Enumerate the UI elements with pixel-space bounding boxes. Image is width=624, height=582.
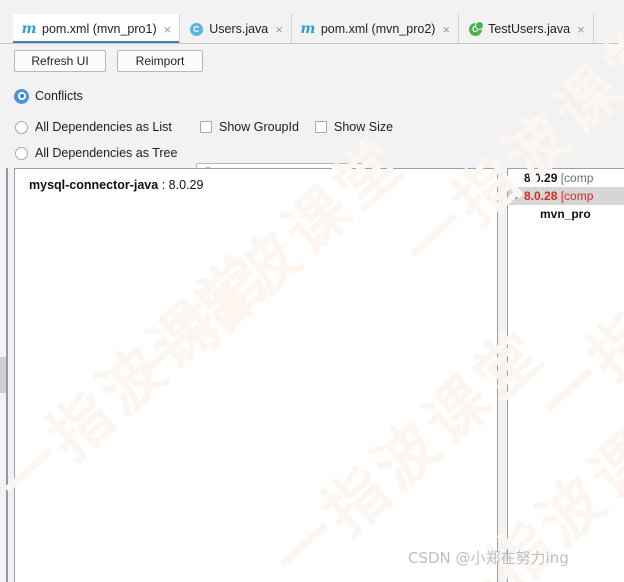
tab-label: TestUsers.java xyxy=(488,21,571,36)
reimport-button[interactable]: Reimport xyxy=(117,50,203,72)
tab-label: Users.java xyxy=(209,21,269,36)
editor-tabs: m pom.xml (mvn_pro1) × C Users.java × m … xyxy=(13,14,613,44)
table-row[interactable]: 8.0.29 [comp xyxy=(508,169,624,187)
editor-tab-bar: m pom.xml (mvn_pro1) × C Users.java × m … xyxy=(0,0,624,44)
maven-icon: m xyxy=(21,21,37,37)
panel-left-edge-rail xyxy=(6,168,8,582)
dependency-toolbar: Refresh UI Reimport xyxy=(0,44,624,76)
tab-users-java[interactable]: C Users.java × xyxy=(179,14,291,44)
radio-all-dependencies-as-tree[interactable]: All Dependencies as Tree xyxy=(15,146,177,160)
java-class-icon: C xyxy=(189,22,203,36)
maven-icon-letter: m xyxy=(300,21,316,37)
close-icon[interactable]: × xyxy=(577,23,585,36)
radio-label: All Dependencies as List xyxy=(35,120,172,134)
tab-pom-xml-mvn-pro1[interactable]: m pom.xml (mvn_pro1) × xyxy=(13,14,180,44)
tab-label: pom.xml (mvn_pro2) xyxy=(320,21,436,36)
checkbox-show-size[interactable]: Show Size xyxy=(315,120,393,134)
radio-conflicts[interactable]: Conflicts xyxy=(15,89,83,103)
dependency-view-options: Conflicts All Dependencies as List All D… xyxy=(0,78,624,184)
dependency-separator: : xyxy=(158,178,169,192)
java-test-class-icon: C xyxy=(468,20,484,36)
close-icon[interactable]: × xyxy=(442,23,450,36)
radio-indicator xyxy=(15,120,28,134)
tab-pom-xml-mvn-pro2[interactable]: m pom.xml (mvn_pro2) × xyxy=(290,14,459,44)
checkbox-label: Show GroupId xyxy=(219,120,299,134)
radio-label: All Dependencies as Tree xyxy=(35,146,178,160)
table-row[interactable]: mvn_pro xyxy=(508,205,624,223)
dependency-artifact: mysql-connector-java xyxy=(29,178,159,192)
close-icon[interactable]: × xyxy=(164,23,172,36)
checkbox-label: Show Size xyxy=(334,120,394,134)
java-class-icon-letter: C xyxy=(189,22,203,36)
tree-node-label: mvn_pro xyxy=(540,208,591,220)
java-test-class-icon-letter: C xyxy=(468,20,484,36)
maven-icon-letter: m xyxy=(21,21,37,37)
table-row[interactable]: ∨ 8.0.28 [comp xyxy=(508,187,624,205)
conflict-version: 8.0.28 xyxy=(524,189,558,203)
close-icon[interactable]: × xyxy=(275,23,283,36)
panel-resize-handle[interactable] xyxy=(0,357,6,393)
dependency-version: 8.0.29 xyxy=(168,178,204,192)
conflict-scope-tag: [comp xyxy=(557,171,594,185)
checkbox-indicator xyxy=(200,121,212,133)
radio-label: Conflicts xyxy=(35,89,83,103)
tab-testusers-java[interactable]: C TestUsers.java × xyxy=(458,14,593,44)
maven-dependency-analyzer-window: m pom.xml (mvn_pro1) × C Users.java × m … xyxy=(0,0,624,582)
checkbox-indicator xyxy=(315,121,327,133)
tree-node-label: 8.0.29 [comp xyxy=(524,172,593,184)
tree-node-label: 8.0.28 [comp xyxy=(524,190,593,202)
radio-indicator xyxy=(15,146,28,160)
maven-icon: m xyxy=(300,21,316,37)
dependency-list-panel[interactable]: mysql-connector-java : 8.0.29 xyxy=(14,168,498,582)
radio-indicator-selected xyxy=(15,89,28,103)
panel-splitter[interactable] xyxy=(498,168,507,582)
conflict-version: 8.0.29 xyxy=(524,171,558,185)
list-item[interactable]: mysql-connector-java : 8.0.29 xyxy=(29,178,203,192)
refresh-ui-button[interactable]: Refresh UI xyxy=(14,50,106,72)
tab-label: pom.xml (mvn_pro1) xyxy=(42,21,157,36)
csdn-watermark: CSDN @小郑在努力ing xyxy=(408,549,569,567)
checkbox-show-groupid[interactable]: Show GroupId xyxy=(200,120,299,134)
conflict-tree-panel[interactable]: 8.0.29 [comp ∨ 8.0.28 [comp mvn_pro xyxy=(507,168,624,582)
conflict-scope-tag: [comp xyxy=(557,189,594,203)
radio-all-dependencies-as-list[interactable]: All Dependencies as List xyxy=(15,120,172,134)
chevron-down-icon[interactable]: ∨ xyxy=(508,191,524,202)
project-name: mvn_pro xyxy=(540,207,591,221)
tab-overflow-area[interactable] xyxy=(592,14,613,44)
